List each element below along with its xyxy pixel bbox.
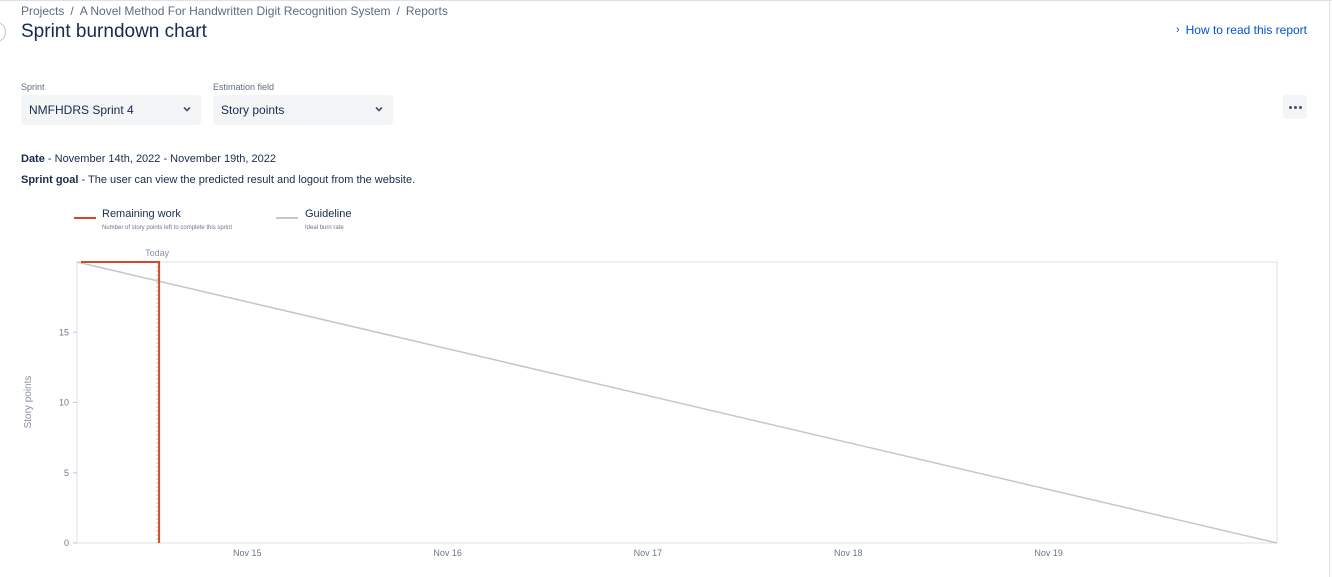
remaining-work-series-line [81, 261, 161, 543]
x-tick-label: Nov 18 [834, 548, 863, 558]
legend-guideline-name: Guideline [305, 208, 352, 220]
breadcrumb-separator: / [396, 4, 400, 18]
date-label: Date [21, 153, 45, 165]
chevron-right-icon: › [1175, 24, 1180, 36]
legend-guideline-swatch [276, 217, 298, 219]
estimation-field-label: Estimation field [213, 82, 275, 92]
how-to-read-label: How to read this report [1185, 23, 1307, 37]
y-tick-label: 5 [64, 468, 69, 478]
sprint-select-value: NMFHDRS Sprint 4 [29, 103, 134, 117]
x-tick-label: Nov 15 [233, 548, 262, 558]
x-tick-label: Nov 16 [433, 548, 462, 558]
legend-remaining-swatch [74, 217, 96, 219]
breadcrumb: Projects / A Novel Method For Handwritte… [21, 4, 448, 18]
sidebar-toggle-button[interactable] [0, 22, 6, 42]
x-tick-label: Nov 19 [1034, 548, 1063, 558]
sprint-date: Date - November 14th, 2022 - November 19… [21, 153, 276, 165]
sprint-select[interactable]: NMFHDRS Sprint 4 [21, 95, 201, 125]
more-dot-icon [1298, 105, 1302, 109]
y-axis-label: Story points [23, 376, 34, 429]
chevron-down-icon [375, 106, 383, 112]
estimation-select[interactable]: Story points [213, 95, 393, 125]
y-tick-label: 0 [64, 538, 69, 548]
breadcrumb-reports[interactable]: Reports [406, 4, 448, 18]
top-border [0, 0, 1332, 1]
how-to-read-link[interactable]: › How to read this report [1176, 23, 1307, 37]
y-tick-label: 10 [59, 398, 69, 408]
breadcrumb-separator: / [70, 4, 74, 18]
breadcrumb-project[interactable]: A Novel Method For Handwritten Digit Rec… [80, 4, 391, 18]
sprint-field-label: Sprint [21, 82, 45, 92]
burndown-chart: 0 5 10 15 Nov 15 Nov 16 Nov 17 Nov 18 Nov 19 St… [23, 248, 1278, 558]
estimation-select-value: Story points [221, 103, 285, 117]
goal-value: - The user can view the predicted result… [78, 174, 416, 186]
guideline-series-line [76, 261, 1278, 544]
chevron-down-icon [183, 106, 191, 112]
breadcrumb-projects[interactable]: Projects [21, 4, 64, 18]
legend-remaining-name: Remaining work [102, 208, 181, 220]
y-tick-label: 15 [59, 327, 69, 337]
legend-guideline-desc: Ideal burn rate [305, 225, 344, 231]
today-label: Today [145, 248, 170, 258]
more-dot-icon [1288, 105, 1292, 109]
goal-label: Sprint goal [21, 174, 79, 186]
sprint-goal: Sprint goal - The user can view the pred… [21, 174, 415, 186]
more-actions-button[interactable] [1283, 95, 1307, 119]
x-tick-label: Nov 17 [634, 548, 663, 558]
legend-remaining-desc: Number of story points left to complete … [102, 225, 233, 231]
x-axis-ticks: Nov 15 Nov 16 Nov 17 Nov 18 Nov 19 [233, 548, 1063, 558]
date-value: - November 14th, 2022 - November 19th, 2… [44, 153, 276, 165]
more-dot-icon [1293, 105, 1297, 109]
y-axis-ticks: 0 5 10 15 [59, 327, 77, 548]
page-title: Sprint burndown chart [21, 21, 207, 42]
